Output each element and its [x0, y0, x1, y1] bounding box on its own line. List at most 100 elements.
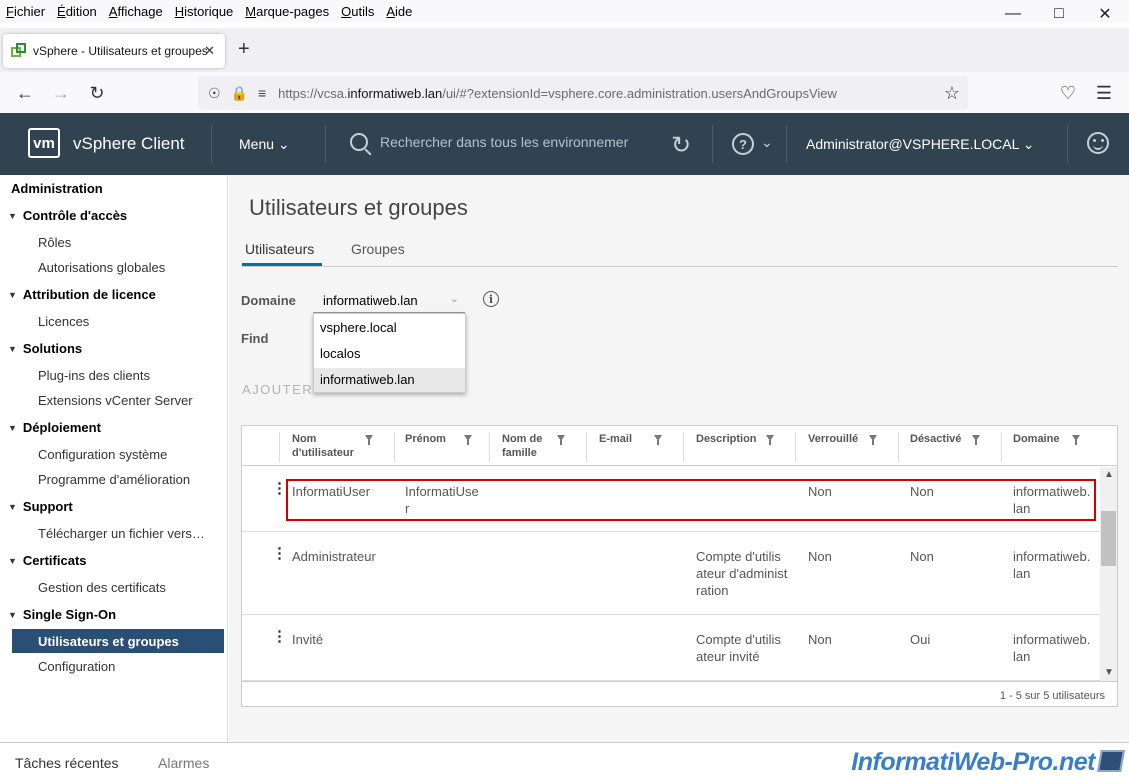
filter-icon[interactable] — [365, 435, 373, 445]
menu-button[interactable]: Menu ⌄ — [239, 136, 290, 153]
column-separator — [683, 432, 684, 462]
app-title[interactable]: vSphere Client — [73, 134, 185, 154]
domain-option[interactable]: localos — [314, 342, 465, 366]
divider — [325, 125, 326, 163]
help-icon[interactable]: ? — [732, 133, 754, 155]
url-text[interactable]: https://vcsa.informatiweb.lan/ui/#?exten… — [278, 86, 837, 101]
filter-icon[interactable] — [654, 435, 662, 445]
laptop-icon — [1097, 750, 1125, 772]
menu-affichage[interactable]: Affichage — [109, 4, 163, 19]
permissions-icon[interactable]: ≡ — [258, 85, 266, 101]
cell-disabled: Oui — [910, 632, 931, 647]
add-button[interactable]: AJOUTER — [242, 382, 313, 397]
menu-historique[interactable]: Historique — [175, 4, 234, 19]
menu-aide[interactable]: Aide — [386, 4, 412, 19]
column-header-description[interactable]: Description — [696, 432, 776, 446]
column-header-disabled[interactable]: Désactivé — [910, 432, 980, 446]
browser-tab[interactable]: vSphere - Utilisateurs et groupes ✕ — [3, 34, 225, 68]
sidebar-item-programme-amelioration[interactable]: Programme d'amélioration — [38, 472, 206, 487]
user-menu[interactable]: Administrator@VSPHERE.LOCAL ⌄ — [806, 136, 1035, 153]
feedback-smiley-icon[interactable] — [1087, 132, 1109, 154]
sidebar-item-gestion-certificats[interactable]: Gestion des certificats — [38, 580, 206, 595]
sidebar-item-configuration-systeme[interactable]: Configuration système — [38, 447, 206, 462]
caret-down-icon: ▼ — [8, 210, 17, 221]
reload-icon[interactable]: ↻ — [84, 80, 110, 106]
cell-disabled: Non — [910, 549, 934, 564]
info-icon[interactable]: i — [483, 291, 499, 307]
shield-icon[interactable]: ☉ — [208, 85, 221, 102]
cell-locked: Non — [808, 549, 832, 564]
row-actions-icon[interactable]: ⋮ — [272, 479, 287, 497]
maximize-icon[interactable]: □ — [1036, 0, 1082, 28]
column-header-email[interactable]: E-mail — [599, 432, 649, 446]
sidebar-group-sso[interactable]: ▼ Single Sign-On — [8, 607, 116, 622]
scroll-up-icon[interactable]: ▲ — [1104, 469, 1114, 480]
column-header-locked[interactable]: Verrouillé — [808, 432, 878, 446]
sidebar-item-utilisateurs-groupes[interactable]: Utilisateurs et groupes — [38, 634, 206, 649]
minimize-icon[interactable]: — — [990, 0, 1036, 28]
filter-icon[interactable] — [464, 435, 472, 445]
menu-edition[interactable]: Édition — [57, 4, 97, 19]
sidebar-item-autorisations-globales[interactable]: Autorisations globales — [38, 260, 206, 275]
domain-select[interactable]: informatiweb.lan ⌄ — [313, 289, 465, 313]
row-actions-icon[interactable]: ⋮ — [272, 627, 287, 645]
sidebar-group-solutions[interactable]: ▼ Solutions — [8, 341, 82, 356]
new-tab-icon[interactable]: + — [238, 38, 250, 61]
tab-strip: vSphere - Utilisateurs et groupes ✕ — [0, 28, 1129, 72]
url-bar[interactable]: ☉ 🔒 ≡ https://vcsa.informatiweb.lan/ui/#… — [198, 76, 968, 110]
column-header-firstname[interactable]: Prénom — [405, 432, 465, 446]
search-input[interactable]: Rechercher dans tous les environnemer — [380, 134, 628, 150]
sidebar-item-roles[interactable]: Rôles — [38, 235, 206, 250]
menu-marque-pages[interactable]: Marque-pages — [245, 4, 329, 19]
pocket-icon[interactable]: ♡ — [1055, 80, 1081, 106]
table-row[interactable]: ⋮ Invité Compte d'utilisateur invité Non… — [242, 615, 1100, 681]
chevron-down-icon: ⌄ — [277, 136, 290, 152]
domain-option-selected[interactable]: informatiweb.lan — [314, 368, 465, 392]
grid-scrollbar[interactable]: ▲ ▼ — [1100, 467, 1117, 681]
lock-icon[interactable]: 🔒 — [231, 85, 248, 102]
bookmark-star-icon[interactable]: ☆ — [944, 83, 960, 104]
close-tab-icon[interactable]: ✕ — [204, 43, 215, 59]
row-actions-icon[interactable]: ⋮ — [272, 544, 287, 562]
close-window-icon[interactable]: ✕ — [1082, 0, 1128, 28]
filter-icon[interactable] — [972, 435, 980, 445]
vm-logo[interactable]: vm — [28, 128, 60, 158]
forward-icon[interactable]: → — [48, 80, 74, 106]
chevron-down-icon[interactable]: ⌄ — [761, 134, 773, 151]
caret-down-icon: ▼ — [8, 289, 17, 300]
sidebar-item-extensions-vcenter[interactable]: Extensions vCenter Server — [38, 393, 206, 408]
menu-outils[interactable]: Outils — [341, 4, 374, 19]
alarms-tab[interactable]: Alarmes — [158, 755, 209, 771]
global-search[interactable]: Rechercher dans tous les environnemer — [350, 133, 628, 151]
sidebar-group-certificats[interactable]: ▼ Certificats — [8, 553, 87, 568]
hamburger-menu-icon[interactable]: ☰ — [1091, 80, 1117, 106]
users-grid: Nom d'utilisateur Prénom Nom de famille … — [241, 425, 1118, 707]
sidebar-item-licences[interactable]: Licences — [38, 314, 206, 329]
filter-icon[interactable] — [1072, 435, 1080, 445]
watermark: InformatiWeb-Pro.net — [851, 748, 1095, 776]
column-header-lastname[interactable]: Nom de famille — [502, 432, 557, 460]
sidebar-item-plugins-clients[interactable]: Plug-ins des clients — [38, 368, 206, 383]
domain-option[interactable]: vsphere.local — [314, 316, 465, 340]
back-icon[interactable]: ← — [12, 80, 38, 106]
browser-menubar: Fichier Édition Affichage Historique Mar… — [0, 0, 1129, 22]
tab-utilisateurs[interactable]: Utilisateurs — [245, 241, 314, 257]
tab-groupes[interactable]: Groupes — [351, 241, 405, 257]
column-separator — [394, 432, 395, 462]
sidebar-item-telecharger-fichier[interactable]: Télécharger un fichier vers le support — [38, 526, 206, 541]
menu-fichier[interactable]: Fichier — [6, 4, 45, 19]
sidebar-group-deploiement[interactable]: ▼ Déploiement — [8, 420, 101, 435]
filter-icon[interactable] — [557, 435, 565, 445]
column-header-username[interactable]: Nom d'utilisateur — [292, 432, 367, 460]
scroll-down-icon[interactable]: ▼ — [1104, 667, 1114, 678]
refresh-icon[interactable]: ↻ — [671, 131, 691, 160]
recent-tasks-tab[interactable]: Tâches récentes — [15, 755, 119, 771]
table-row[interactable]: ⋮ Administrateur Compte d'utilisateur d'… — [242, 532, 1100, 615]
sidebar-group-support[interactable]: ▼ Support — [8, 499, 73, 514]
filter-icon[interactable] — [869, 435, 877, 445]
scrollbar-thumb[interactable] — [1101, 511, 1116, 566]
filter-icon[interactable] — [766, 435, 774, 445]
sidebar-group-controle-acces[interactable]: ▼ Contrôle d'accès — [8, 208, 127, 223]
sidebar-item-configuration[interactable]: Configuration — [38, 659, 206, 674]
sidebar-group-licence[interactable]: ▼ Attribution de licence — [8, 287, 156, 302]
